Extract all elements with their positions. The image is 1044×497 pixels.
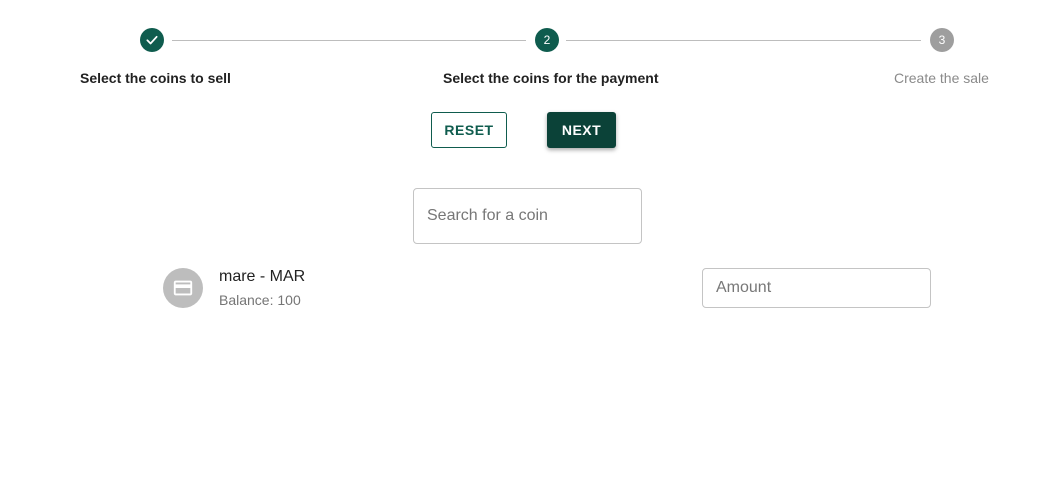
check-icon (146, 35, 158, 45)
step-2-indicator[interactable]: 2 (535, 28, 559, 52)
credit-card-icon (173, 280, 193, 296)
page: 2 3 Select the coins to sell Select the … (0, 0, 1044, 497)
step-3-indicator[interactable]: 3 (930, 28, 954, 52)
coin-name: mare - MAR (219, 268, 306, 285)
coin-balance: Balance: 100 (219, 292, 301, 308)
stepper-connector (172, 40, 526, 41)
coin-search-input[interactable] (413, 188, 642, 244)
step-2-number: 2 (543, 33, 551, 47)
coin-avatar (163, 268, 203, 308)
stepper-connector (566, 40, 921, 41)
reset-button[interactable]: RESET (431, 112, 507, 148)
step-2-label[interactable]: Select the coins for the payment (443, 70, 659, 86)
coin-amount-input[interactable] (702, 268, 931, 308)
step-1-indicator[interactable] (140, 28, 164, 52)
step-3-number: 3 (938, 33, 946, 47)
step-3-label[interactable]: Create the sale (894, 70, 989, 86)
next-button[interactable]: NEXT (547, 112, 616, 148)
stepper: 2 3 Select the coins to sell Select the … (0, 0, 1044, 100)
step-1-label[interactable]: Select the coins to sell (80, 70, 231, 86)
